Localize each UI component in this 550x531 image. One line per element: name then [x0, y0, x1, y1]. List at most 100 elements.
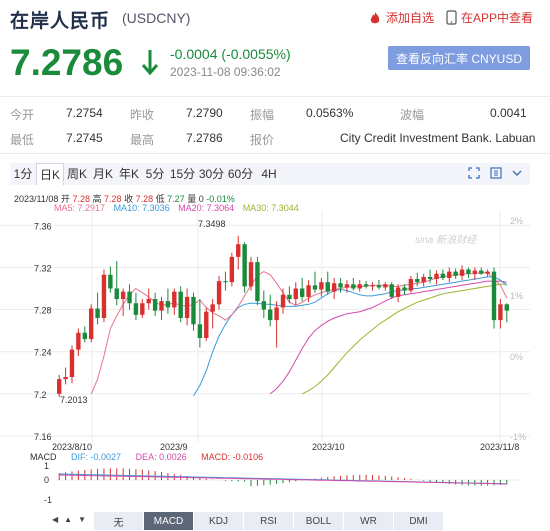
candle-body — [223, 281, 228, 283]
ohlc-date: 2023/11/08 — [14, 194, 59, 204]
symbol-code: (USDCNY) — [122, 10, 191, 26]
up-arrow-icon[interactable]: ▲ — [64, 515, 72, 524]
indicator-macd[interactable]: MACD — [144, 512, 194, 530]
candle-body — [415, 279, 420, 283]
candle-body — [351, 284, 356, 289]
candle-body — [389, 284, 394, 297]
fullscreen-icon[interactable] — [468, 167, 480, 179]
candle-body — [319, 282, 324, 290]
candle-body — [312, 285, 318, 290]
x-tick-label: 2023/8/10 — [52, 442, 92, 452]
pct-tick-label: -1% — [510, 432, 526, 442]
tab-15min[interactable]: 15分 — [168, 163, 197, 185]
candle-body — [421, 276, 426, 283]
candle-body — [376, 285, 382, 288]
candle-body — [325, 282, 330, 292]
chevron-down-icon[interactable] — [512, 167, 522, 179]
indicator-none[interactable]: 无 — [94, 512, 144, 530]
tab-monthly[interactable]: 月K — [90, 163, 116, 185]
candle-body — [427, 276, 433, 280]
candle-body — [146, 299, 151, 304]
macd-dif: DIF: -0.0027 — [71, 452, 122, 462]
candle-body — [395, 287, 401, 297]
tab-4h[interactable]: 4H — [255, 163, 283, 185]
pct-tick-label: 2% — [510, 216, 523, 226]
candle-body — [479, 270, 484, 274]
amplitude-value: 0.0563% — [306, 106, 354, 120]
macd-dea: DEA: 0.0026 — [135, 452, 187, 462]
x-tick-label: 2023/10 — [312, 442, 345, 452]
candle-body — [95, 308, 100, 318]
low-value: 7.2745 — [66, 131, 103, 145]
prev-close-value: 7.2790 — [186, 106, 223, 120]
down-arrow-small-icon[interactable]: ▼ — [78, 515, 86, 524]
candlestick-chart[interactable]: 7.36 7.32 7.28 7.24 7.2 7.16 2% 1% 0% -1% sina 新浪财… — [0, 210, 550, 510]
candle-body — [210, 304, 215, 312]
max-label: 7.3498 — [198, 219, 226, 229]
candle-body — [248, 262, 254, 287]
wave-value: 0.0041 — [490, 106, 527, 120]
candle-body — [338, 283, 343, 288]
pct-tick-label: 1% — [510, 291, 523, 301]
indicator-kdj[interactable]: KDJ — [194, 512, 244, 530]
y-tick-label: 7.24 — [34, 348, 52, 358]
add-watchlist-button[interactable]: 添加自选 — [368, 9, 434, 26]
candle-body — [56, 379, 62, 394]
candle-body — [459, 269, 465, 276]
reverse-rate-button[interactable]: 查看反向汇率 CNYUSD — [388, 46, 530, 70]
ma10-line — [193, 276, 508, 397]
x-tick-label: 2023/11/8 — [480, 442, 519, 452]
candle-body — [299, 288, 305, 297]
candle-body — [370, 285, 375, 287]
candle-body — [402, 287, 407, 291]
indicator-wr[interactable]: WR — [344, 512, 394, 530]
tab-yearly[interactable]: 年K — [116, 163, 142, 185]
high-label: 最高 — [130, 133, 155, 147]
candle-body — [101, 274, 107, 318]
candle-body — [287, 294, 292, 300]
open-in-app-button[interactable]: 在APP中查看 — [446, 9, 533, 26]
candle-body — [261, 301, 267, 310]
candle-body — [152, 299, 158, 311]
candle-body — [453, 271, 458, 276]
settings-icon[interactable] — [490, 167, 502, 179]
candle-body — [255, 262, 260, 302]
candle-body — [357, 284, 362, 289]
watermark: sina 新浪财经 — [415, 234, 477, 246]
tab-30min[interactable]: 30分 — [197, 163, 226, 185]
left-arrow-icon[interactable]: ◀ — [52, 515, 58, 524]
candle-body — [165, 301, 171, 308]
candle-body — [216, 281, 222, 305]
ma20-line — [269, 280, 507, 395]
candle-body — [204, 311, 209, 339]
y-tick-label: 7.16 — [34, 432, 52, 442]
tab-weekly[interactable]: 周K — [64, 163, 90, 185]
open-in-app-label: 在APP中查看 — [461, 11, 534, 25]
candle-body — [485, 271, 490, 274]
current-price: 7.2786 — [10, 42, 124, 83]
candle-body — [127, 291, 132, 304]
candle-body — [191, 296, 196, 325]
tab-60min[interactable]: 60分 — [226, 163, 255, 185]
low-label: 最低 — [10, 133, 35, 147]
indicator-dmi[interactable]: DMI — [394, 512, 444, 530]
prev-close-label: 昨收 — [130, 108, 155, 122]
quote-time: 2023-11-08 09:36:02 — [170, 65, 281, 79]
stats-panel: 今开 7.2754 昨收 7.2790 振幅 0.0563% 波幅 0.0041… — [0, 96, 550, 154]
candle-body — [140, 303, 145, 315]
candle-body — [63, 376, 68, 380]
candle-body — [236, 244, 241, 257]
candle-body — [363, 284, 369, 287]
reverse-rate-label: 查看反向汇率 CNYUSD — [395, 51, 522, 66]
tab-daily[interactable]: 日K — [36, 163, 64, 185]
indicator-rsi[interactable]: RSI — [244, 512, 294, 530]
candle-body — [293, 288, 298, 300]
tab-1min[interactable]: 1分 — [10, 163, 36, 185]
tab-5min[interactable]: 5分 — [142, 163, 168, 185]
price-change: -0.0004 (-0.0055%) — [170, 46, 291, 62]
y-tick-label: 7.28 — [34, 306, 52, 316]
indicator-boll[interactable]: BOLL — [294, 512, 344, 530]
high-value: 7.2786 — [186, 131, 223, 145]
open-value: 7.2754 — [66, 106, 103, 120]
candle-body — [331, 283, 337, 292]
